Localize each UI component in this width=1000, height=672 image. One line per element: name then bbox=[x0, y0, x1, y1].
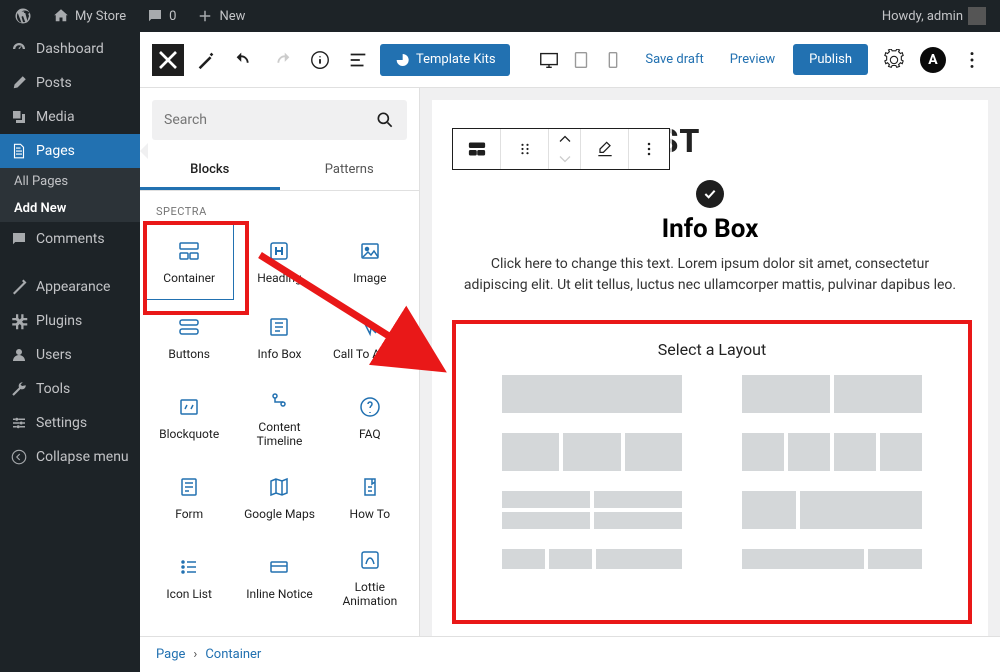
crumb-container[interactable]: Container bbox=[205, 647, 261, 662]
sidebar-pages[interactable]: Pages bbox=[0, 134, 140, 168]
move-arrows[interactable] bbox=[549, 129, 581, 169]
sidebar-plugins[interactable]: Plugins bbox=[0, 304, 140, 338]
block-container[interactable]: Container bbox=[144, 224, 234, 300]
layout-option-1col[interactable] bbox=[502, 375, 682, 413]
block-cta[interactable]: Call To Action bbox=[325, 300, 415, 376]
sidebar-media[interactable]: Media bbox=[0, 100, 140, 134]
close-inserter-button[interactable] bbox=[152, 44, 184, 76]
layout-option-2col[interactable] bbox=[742, 375, 922, 413]
search-input[interactable] bbox=[152, 100, 407, 140]
sidebar-tools[interactable]: Tools bbox=[0, 372, 140, 406]
block-inline-notice[interactable]: Inline Notice bbox=[234, 536, 324, 620]
mobile-icon[interactable] bbox=[599, 44, 627, 76]
sidebar-add-new[interactable]: Add New bbox=[0, 195, 140, 222]
block-faq[interactable]: FAQ bbox=[325, 376, 415, 460]
block-type-icon[interactable] bbox=[453, 129, 501, 169]
save-draft-button[interactable]: Save draft bbox=[637, 46, 711, 73]
more-icon[interactable] bbox=[956, 44, 988, 76]
sidebar-dashboard[interactable]: Dashboard bbox=[0, 32, 140, 66]
block-blockquote[interactable]: Blockquote bbox=[144, 376, 234, 460]
layout-option-2-1[interactable] bbox=[742, 549, 922, 569]
search-icon bbox=[375, 110, 395, 130]
new-content[interactable]: New bbox=[190, 7, 251, 25]
crumb-page[interactable]: Page bbox=[156, 647, 185, 662]
block-buttons[interactable]: Buttons bbox=[144, 300, 234, 376]
sidebar-collapse[interactable]: Collapse menu bbox=[0, 440, 140, 474]
site-name[interactable]: My Store bbox=[46, 7, 132, 25]
layout-option-1-1-2[interactable] bbox=[502, 549, 682, 569]
info-box-title[interactable]: Info Box bbox=[462, 214, 958, 244]
block-image[interactable]: Image bbox=[325, 224, 415, 300]
sidebar-settings[interactable]: Settings bbox=[0, 406, 140, 440]
sidebar-appearance[interactable]: Appearance bbox=[0, 270, 140, 304]
comments-bubble[interactable]: 0 bbox=[140, 7, 182, 25]
avatar bbox=[968, 7, 986, 25]
inserter-category: SPECTRA bbox=[140, 191, 419, 224]
layout-selector: Select a Layout bbox=[452, 320, 972, 624]
layout-option-1-2[interactable] bbox=[742, 491, 922, 529]
block-how-to[interactable]: How To bbox=[325, 460, 415, 536]
layout-option-4col[interactable] bbox=[742, 433, 922, 471]
undo-icon[interactable] bbox=[228, 44, 260, 76]
breadcrumb: Page › Container bbox=[140, 636, 1000, 672]
preview-button[interactable]: Preview bbox=[722, 46, 783, 73]
publish-button[interactable]: Publish bbox=[793, 44, 868, 75]
howdy-user[interactable]: Howdy, admin bbox=[876, 7, 992, 25]
sidebar-users[interactable]: Users bbox=[0, 338, 140, 372]
sidebar-posts[interactable]: Posts bbox=[0, 66, 140, 100]
info-box-text[interactable]: Click here to change this text. Lorem ip… bbox=[462, 254, 958, 296]
sidebar-all-pages[interactable]: All Pages bbox=[0, 168, 140, 195]
tablet-icon[interactable] bbox=[567, 44, 595, 76]
block-toolbar bbox=[452, 128, 670, 170]
block-info-box[interactable]: Info Box bbox=[234, 300, 324, 376]
adminbar: My Store 0 New Howdy, admin bbox=[0, 0, 1000, 32]
block-google-maps[interactable]: Google Maps bbox=[234, 460, 324, 536]
block-form[interactable]: Form bbox=[144, 460, 234, 536]
outline-icon[interactable] bbox=[342, 44, 374, 76]
info-box-block[interactable]: Info Box Click here to change this text.… bbox=[432, 180, 988, 296]
editor-topbar: Template Kits Save draft Preview Publish… bbox=[140, 32, 1000, 88]
block-heading[interactable]: Heading bbox=[234, 224, 324, 300]
redo-icon[interactable] bbox=[266, 44, 298, 76]
block-content-timeline[interactable]: Content Timeline bbox=[234, 376, 324, 460]
template-kits-button[interactable]: Template Kits bbox=[380, 44, 510, 76]
block-inserter: Blocks Patterns SPECTRA Container Headin… bbox=[140, 88, 420, 636]
edit-icon[interactable] bbox=[190, 44, 222, 76]
block-lottie[interactable]: Lottie Animation bbox=[325, 536, 415, 620]
block-more-icon[interactable] bbox=[629, 129, 669, 169]
info-icon[interactable] bbox=[304, 44, 336, 76]
astra-logo[interactable]: A bbox=[920, 47, 946, 73]
sidebar-comments[interactable]: Comments bbox=[0, 222, 140, 256]
wp-logo[interactable] bbox=[8, 7, 38, 25]
settings-icon[interactable] bbox=[878, 44, 910, 76]
check-icon bbox=[696, 180, 724, 208]
layout-option-3col[interactable] bbox=[502, 433, 682, 471]
copy-style-icon[interactable] bbox=[581, 129, 629, 169]
block-icon-list[interactable]: Icon List bbox=[144, 536, 234, 620]
admin-sidebar: Dashboard Posts Media Pages All Pages Ad… bbox=[0, 32, 140, 672]
tab-blocks[interactable]: Blocks bbox=[140, 152, 280, 190]
layout-title: Select a Layout bbox=[496, 340, 928, 359]
tab-patterns[interactable]: Patterns bbox=[280, 152, 420, 190]
editor-canvas[interactable]: SPECTRA TEST Info Box Click here to chan… bbox=[432, 100, 988, 636]
layout-option-2x2[interactable] bbox=[502, 491, 682, 529]
drag-handle-icon[interactable] bbox=[501, 129, 549, 169]
desktop-icon[interactable] bbox=[535, 44, 563, 76]
